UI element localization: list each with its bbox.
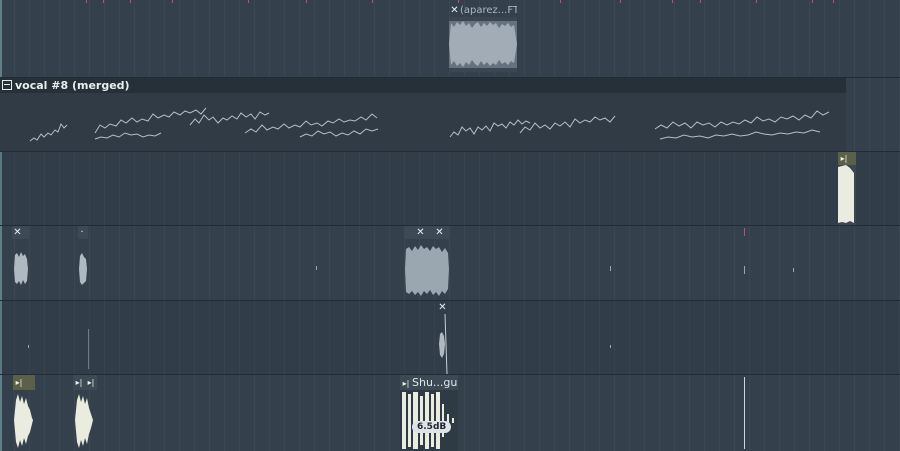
pattern-clip-vocal[interactable]: vocal #8 (merged): [0, 78, 846, 151]
marker-line: [744, 266, 745, 274]
merge-icon[interactable]: [2, 80, 12, 90]
clip-header[interactable]: ▸| ▸|: [73, 375, 97, 390]
clip-waveform: [838, 165, 856, 225]
marker-line: [316, 266, 317, 270]
marker-line: [793, 268, 794, 272]
marker-line: [744, 228, 745, 236]
audio-clip-capa[interactable]: ✕(aparez...FT): [449, 4, 517, 72]
clip-header[interactable]: ✕ ✕: [404, 226, 450, 239]
close-icon[interactable]: ✕: [434, 226, 445, 239]
clip-label: (aparez...FT): [460, 5, 517, 16]
clip-waveform: [404, 239, 450, 300]
play-arrow-icon[interactable]: ▸|: [400, 376, 412, 390]
clip-header[interactable]: ▸|Shu...gue: [400, 375, 458, 390]
playlist-track-5[interactable]: ✕: [0, 301, 900, 375]
clip-waveform: [78, 239, 88, 298]
audio-clip-small-1[interactable]: ✕: [12, 226, 30, 298]
playlist-area[interactable]: ✕(aparez...FT) vocal #8 (merged) ▸| ✕ · …: [0, 0, 900, 451]
clip-header[interactable]: ▸|: [838, 152, 856, 165]
close-icon[interactable]: ✕: [437, 301, 448, 314]
close-icon[interactable]: ✕: [449, 4, 460, 17]
playlist-track-3[interactable]: ▸|: [0, 152, 900, 226]
play-arrow-icon[interactable]: ▸|: [85, 375, 97, 390]
play-arrow-icon[interactable]: ▸|: [73, 375, 85, 390]
volume-tag: 6.5dB: [412, 421, 452, 433]
play-arrow-icon[interactable]: ▸|: [838, 152, 850, 165]
clip-label: vocal #8 (merged): [15, 79, 130, 92]
marker-line: [610, 345, 611, 348]
clip-header[interactable]: ·: [78, 226, 88, 239]
audio-clip-small-2[interactable]: ·: [78, 226, 88, 298]
close-icon[interactable]: ✕: [12, 226, 23, 239]
clip-waveform: [449, 17, 517, 72]
playlist-track-6[interactable]: ▸| ▸|▸| ▸|Shu...gue: [0, 375, 900, 451]
clip-header[interactable]: ✕: [12, 226, 30, 239]
clip-waveform: [437, 314, 449, 374]
marker-line: [610, 266, 611, 271]
audio-clip-kick-2[interactable]: ▸| ▸|: [73, 375, 97, 451]
clip-header[interactable]: vocal #8 (merged): [0, 78, 846, 93]
clip-header[interactable]: ✕: [437, 301, 449, 314]
playlist-track-4[interactable]: ✕ · ✕ ✕: [0, 226, 900, 301]
clip-header[interactable]: ✕(aparez...FT): [449, 4, 517, 17]
clip-waveform: [12, 239, 30, 298]
audio-clip-kick-1[interactable]: ▸|: [13, 375, 35, 451]
audio-clip-burst[interactable]: ✕ ✕: [404, 226, 450, 300]
audio-clip-thin[interactable]: ✕: [437, 301, 449, 374]
playlist-track-1[interactable]: ✕(aparez...FT): [0, 4, 900, 78]
playlist-track-2[interactable]: vocal #8 (merged): [0, 78, 900, 152]
marker-line: [88, 329, 89, 369]
clip-notes: [0, 93, 846, 151]
close-icon[interactable]: ·: [78, 226, 86, 239]
clip-waveform: [73, 390, 97, 451]
clip-header[interactable]: ▸|: [13, 375, 35, 390]
play-arrow-icon[interactable]: ▸|: [13, 375, 25, 390]
audio-clip-end[interactable]: ▸|: [838, 152, 856, 225]
clip-label: Shu...gue: [412, 376, 458, 389]
close-icon[interactable]: ✕: [415, 226, 426, 239]
clip-waveform: [13, 390, 35, 451]
marker-line: [744, 377, 745, 449]
marker-line: [28, 345, 29, 348]
audio-clip-shu[interactable]: ▸|Shu...gue: [400, 375, 458, 451]
